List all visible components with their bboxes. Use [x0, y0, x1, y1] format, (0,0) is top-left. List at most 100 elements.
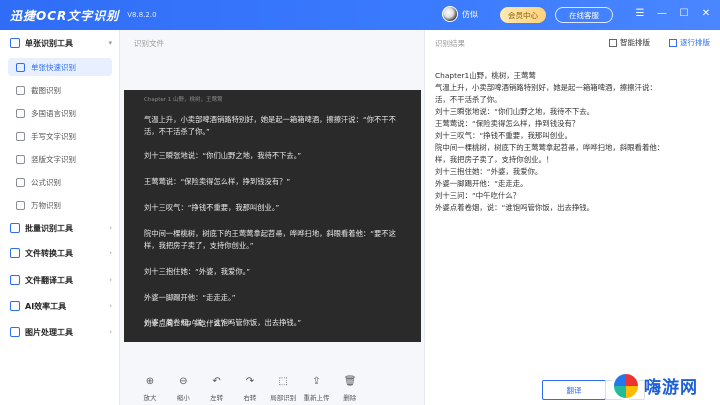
- chevron-right-icon: ›: [109, 328, 112, 336]
- result-line: Chapter1山野，桃树，王莺莺: [435, 71, 536, 80]
- rotate-right-button[interactable]: ↷ 右转: [234, 376, 266, 404]
- result-line: 外婆点着卷烟，说：“谁饱吗管你饭，出去挣钱。: [435, 203, 595, 212]
- tool-label: 左转: [210, 394, 224, 402]
- smart-layout-button[interactable]: 智能排版: [609, 37, 650, 48]
- vertical-text-icon: [16, 154, 25, 164]
- sidebar-item-formula[interactable]: 公式识别: [8, 173, 112, 191]
- doc-line: 刘十三瞬张地说：“你们山野之地，我待不下去。”: [144, 151, 302, 160]
- result-line: 刘十三抱住她：“外婆，我爱你。: [435, 167, 543, 176]
- delete-icon: 🗑: [343, 376, 357, 387]
- online-service-label: 在线客服: [569, 10, 599, 20]
- ai-icon: [10, 301, 20, 311]
- crop-icon: ⬚: [278, 376, 288, 387]
- chevron-right-icon: ›: [109, 224, 112, 232]
- result-line: 刘十三叹气：“挣钱不重要，我那叫创业。: [435, 131, 572, 140]
- rotate-right-icon: ↷: [245, 376, 255, 387]
- layout-icon: [609, 38, 617, 47]
- sidebar-item-object[interactable]: 万物识别: [8, 196, 112, 214]
- close-icon[interactable]: ✕: [698, 6, 714, 22]
- sidebar-item-handwriting[interactable]: 手写文字识别: [8, 127, 112, 145]
- lines-icon: [669, 38, 677, 47]
- sidebar-group-label: 批量识别工具: [25, 223, 73, 233]
- zoom-out-button[interactable]: ⊖ 缩小: [167, 376, 199, 404]
- vip-center-button[interactable]: 会员中心: [500, 7, 546, 23]
- result-line: 院中间一棵桃树，树底下的王莺莺拿起苕帚，哗哗扫地，斜眼看着他：: [435, 143, 665, 152]
- chevron-right-icon: ›: [109, 276, 112, 284]
- document-preview[interactable]: Chapter 1 山野，桃树，王莺莺 气温上升，小卖部啤酒销路特别好，她是起一…: [124, 90, 421, 342]
- result-line: 外婆一脚踢开他：“走走走。: [435, 179, 528, 188]
- tool-label: 放大: [143, 394, 157, 402]
- chevron-right-icon: ›: [109, 302, 112, 310]
- reupload-button[interactable]: ⇪ 重新上传: [300, 376, 332, 404]
- sidebar-item-screenshot[interactable]: 截图识别: [8, 81, 112, 99]
- zoom-in-button[interactable]: ⊕ 放大: [134, 376, 166, 404]
- upload-icon: ⇪: [312, 376, 321, 387]
- online-service-button[interactable]: 在线客服: [555, 7, 613, 23]
- sidebar-item-label: 单张快速识别: [31, 62, 76, 72]
- batch-icon: [10, 223, 20, 233]
- result-line: 刘十三问：“中午吃什么？: [435, 191, 521, 200]
- tool-label: 右转: [243, 394, 257, 402]
- watermark-text: 嗨游网: [644, 378, 698, 398]
- image-toolbar: ⊕ 放大 ⊖ 缩小 ↶ 左转 ↷ 右转 ⬚ 局部识别 ⇪ 重新上传 🗑 删除: [134, 376, 424, 404]
- translate-button[interactable]: 翻译: [542, 380, 606, 400]
- doc-line: 刘十三叹气：“挣钱不重要，我那叫创业。”: [144, 203, 280, 212]
- result-line: 气温上升，小卖部啤酒销路特别好，她是起一箱箱啤酒，擦擦汗说：: [435, 83, 657, 92]
- user-name[interactable]: 仿似: [462, 9, 478, 20]
- sidebar-group-batch[interactable]: 批量识别工具 ›: [0, 218, 120, 238]
- source-panel: 识别文件 Chapter 1 山野，桃树，王莺莺 气温上升，小卖部啤酒销路特别好…: [120, 30, 425, 405]
- partial-recognize-button[interactable]: ⬚ 局部识别: [267, 376, 299, 404]
- sidebar-item-label: 竖版文字识别: [31, 154, 76, 164]
- result-line: 样，我把房子卖了，支持你创业。！: [435, 155, 554, 164]
- watermark: 嗨游网: [612, 366, 720, 405]
- globe-icon: [16, 108, 25, 118]
- app-version: V8.8.2.0: [127, 11, 157, 19]
- doc-line: 活，不干活杀了你。”: [144, 127, 210, 136]
- screenshot-icon: [16, 85, 25, 95]
- tool-label: 删除: [343, 394, 357, 402]
- zoom-in-icon: ⊕: [145, 376, 155, 387]
- minimize-icon[interactable]: —: [654, 6, 670, 22]
- doc-header: Chapter 1 山野，桃树，王莺莺: [144, 97, 223, 103]
- doc-line: 外婆点着卷烟，说：“谁饱吗管你饭，出去挣钱。”: [144, 318, 302, 327]
- line-layout-button[interactable]: 逐行排版: [669, 37, 710, 48]
- sidebar-item-multilang[interactable]: 多国语言识别: [8, 104, 112, 122]
- delete-button[interactable]: 🗑 删除: [334, 376, 366, 404]
- sidebar: 单张识别工具 ▾ 单张快速识别 截图识别 多国语言识别 手写文字识别 竖版文字识…: [0, 30, 120, 405]
- user-account[interactable]: 仿似: [442, 6, 478, 22]
- smart-layout-label: 智能排版: [620, 38, 650, 47]
- sidebar-group-label: 文件翻译工具: [25, 275, 73, 285]
- image-icon: [10, 327, 20, 337]
- convert-icon: [10, 248, 20, 258]
- sidebar-item-label: 手写文字识别: [31, 131, 76, 141]
- result-line: 活，不干活杀了你。: [435, 95, 502, 104]
- vip-center-label: 会员中心: [508, 10, 538, 20]
- result-panel: 识别结果 智能排版 逐行排版 Chapter1山野，桃树，王莺莺 气温上升，小卖…: [425, 30, 720, 405]
- result-panel-label: 识别结果: [435, 39, 465, 48]
- pen-icon: [16, 131, 25, 141]
- menu-icon[interactable]: ☰: [632, 6, 648, 22]
- sidebar-group-translate[interactable]: 文件翻译工具 ›: [0, 270, 120, 290]
- cube-icon: [16, 200, 25, 210]
- sidebar-group-convert[interactable]: 文件转换工具 ›: [0, 243, 120, 263]
- sidebar-item-vertical[interactable]: 竖版文字识别: [8, 150, 112, 168]
- sidebar-group-single[interactable]: 单张识别工具 ▾: [0, 33, 120, 53]
- sidebar-item-label: 公式识别: [31, 177, 61, 187]
- sidebar-group-image[interactable]: 图片处理工具 ›: [0, 322, 120, 342]
- sidebar-group-ai[interactable]: AI效率工具 ›: [0, 296, 120, 316]
- sidebar-group-label: AI效率工具: [25, 301, 67, 311]
- doc-line: 外婆一脚踢开他：“走走走。”: [144, 293, 236, 302]
- translate-label: 翻译: [566, 385, 582, 395]
- formula-icon: [16, 177, 25, 187]
- avatar[interactable]: [442, 6, 458, 22]
- doc-line: 气温上升，小卖部啤酒销路特别好，她是起一箱箱啤酒，擦擦汗说：“你不干不: [144, 115, 396, 124]
- translate-icon: [10, 275, 20, 285]
- watermark-logo-icon: [612, 371, 640, 400]
- sidebar-item-quick-recognize[interactable]: 单张快速识别: [8, 58, 112, 76]
- sidebar-item-label: 多国语言识别: [31, 108, 76, 118]
- maximize-icon[interactable]: ☐: [676, 6, 692, 22]
- rotate-left-button[interactable]: ↶ 左转: [201, 376, 233, 404]
- sidebar-group-label: 图片处理工具: [25, 327, 73, 337]
- sidebar-group-label: 单张识别工具: [25, 38, 73, 48]
- sidebar-group-label: 文件转换工具: [25, 248, 73, 258]
